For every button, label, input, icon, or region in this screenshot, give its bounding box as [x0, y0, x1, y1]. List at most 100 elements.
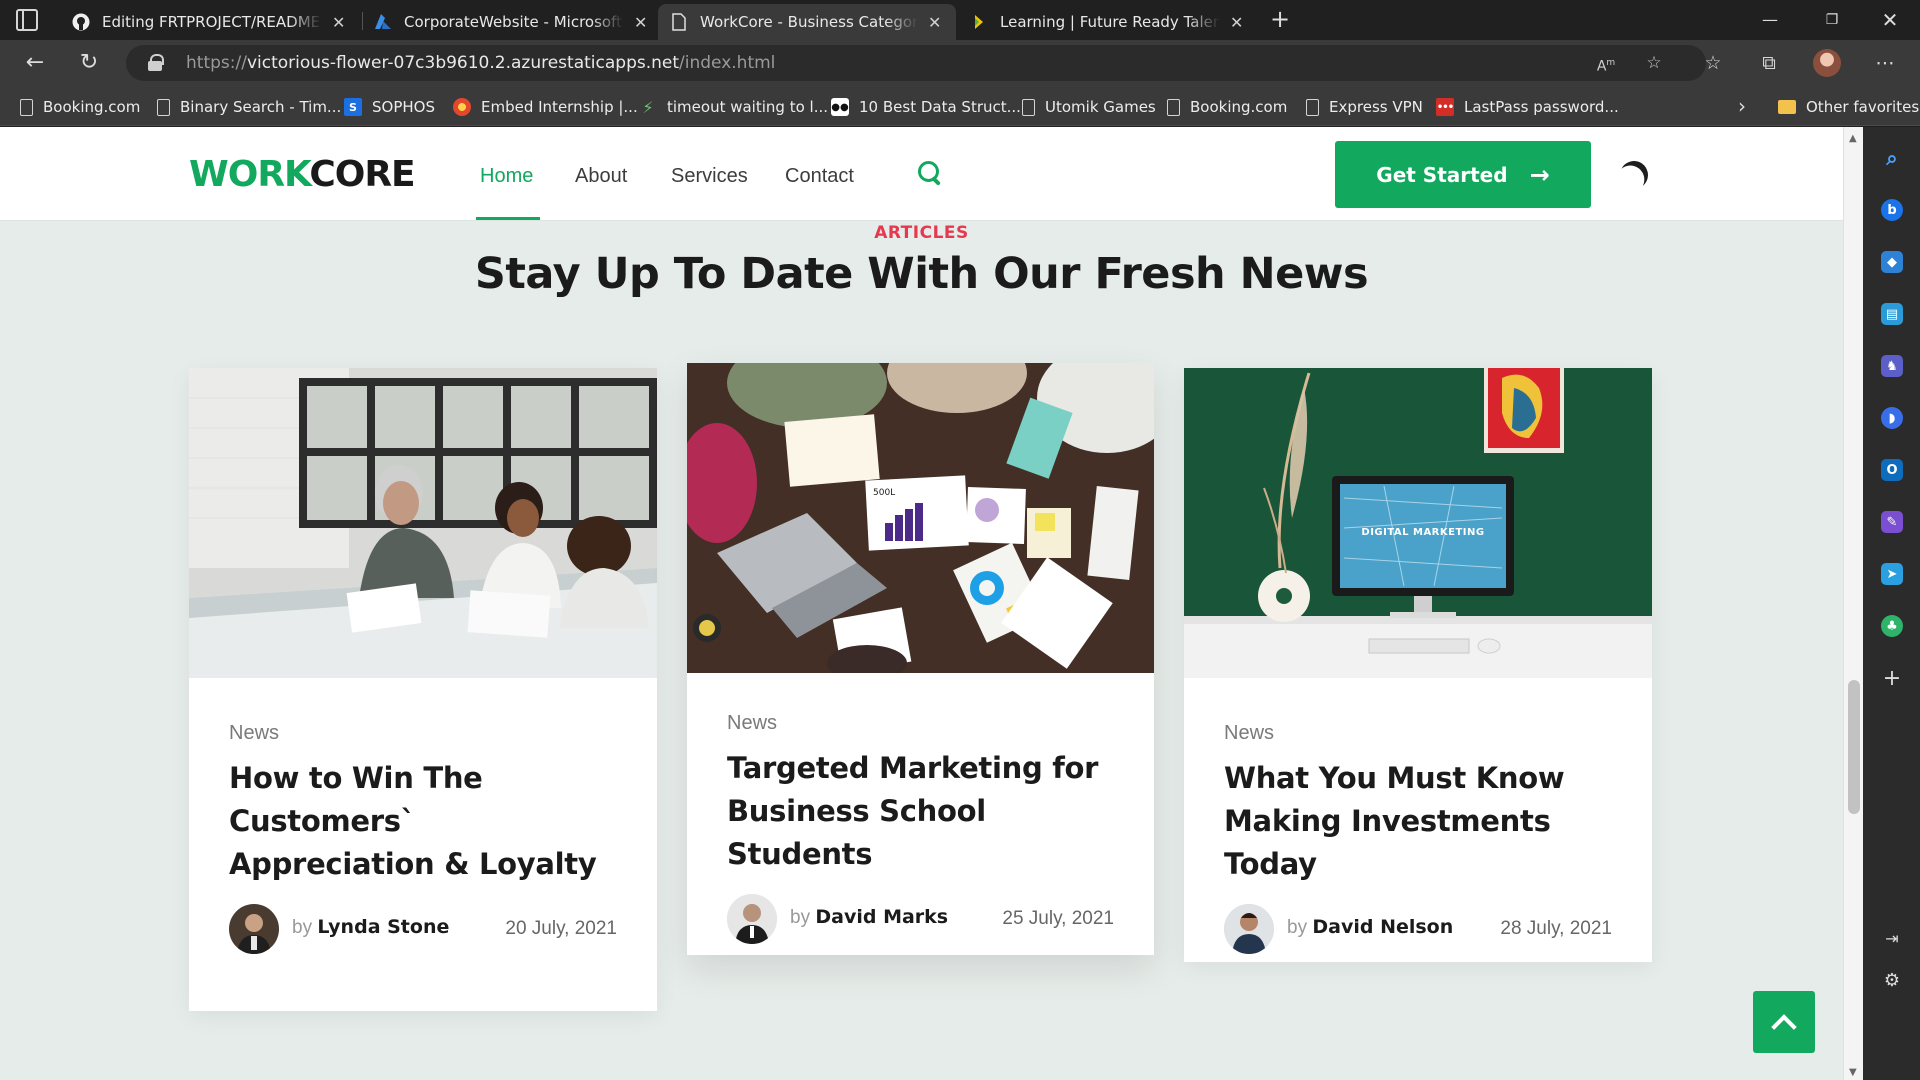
article-card[interactable]: DIGITAL MARKETING News What You Must Kno…: [1184, 368, 1652, 962]
address-bar: ← ↻ https://victorious-flower-07c3b9610.…: [0, 40, 1920, 86]
leaf-icon: ⚡: [642, 97, 654, 117]
tab-actions-icon[interactable]: [16, 9, 38, 31]
nav-contact[interactable]: Contact: [785, 165, 854, 188]
sophos-icon: S: [344, 98, 362, 116]
card-body: News Targeted Marketing for Business Sch…: [727, 712, 1114, 944]
page-scrollbar[interactable]: ▲ ▼: [1843, 127, 1863, 1080]
refresh-icon[interactable]: ↻: [74, 48, 104, 78]
page-viewport: WORKCORE Home About Services Contact Get…: [0, 127, 1843, 1080]
favorites-icon[interactable]: ☆: [1698, 48, 1728, 78]
fav-item[interactable]: Binary Search - Tim...: [157, 96, 341, 118]
fav-item[interactable]: ●● 10 Best Data Struct...: [831, 96, 1021, 118]
article-category[interactable]: News: [229, 722, 617, 745]
tree-icon[interactable]: ♣: [1881, 615, 1903, 637]
designer-icon[interactable]: ✎: [1881, 511, 1903, 533]
search-icon[interactable]: [917, 160, 943, 186]
lock-icon: [148, 54, 164, 71]
author-name[interactable]: Lynda Stone: [317, 916, 449, 938]
fav-item[interactable]: Express VPN: [1306, 96, 1423, 118]
scrollbar-thumb[interactable]: [1848, 680, 1860, 814]
site-logo[interactable]: WORKCORE: [189, 154, 416, 195]
article-image[interactable]: DIGITAL MARKETING: [1184, 368, 1652, 678]
bing-icon[interactable]: b: [1881, 199, 1903, 221]
new-tab-button[interactable]: +: [1266, 6, 1294, 34]
chevron-right-icon[interactable]: ›: [1738, 94, 1746, 118]
article-meta: by Lynda Stone 20 July, 2021: [229, 904, 617, 954]
article-image[interactable]: 500L: [687, 363, 1154, 673]
page-icon: [1022, 98, 1035, 116]
fav-item[interactable]: Booking.com: [1167, 96, 1287, 118]
shopping-tag-icon[interactable]: ◆: [1881, 251, 1903, 273]
close-icon[interactable]: ✕: [1230, 13, 1243, 32]
collections-icon[interactable]: ⧉: [1754, 48, 1784, 78]
games-icon[interactable]: ♞: [1881, 355, 1903, 377]
profile-avatar[interactable]: [1813, 49, 1841, 77]
restore-button[interactable]: ❐: [1802, 0, 1862, 40]
scroll-up-icon[interactable]: ▲: [1849, 133, 1857, 144]
dark-mode-toggle-icon[interactable]: [1616, 157, 1652, 193]
office-icon[interactable]: ◗: [1881, 407, 1903, 429]
tab-azure[interactable]: CorporateWebsite - Microsoft Azure ✕: [362, 4, 662, 40]
article-category[interactable]: News: [727, 712, 1114, 735]
favorites-bar: Booking.com Binary Search - Tim... S SOPH…: [0, 86, 1920, 126]
fav-item[interactable]: ••• LastPass password...: [1436, 96, 1619, 118]
article-byline: by Lynda Stone: [292, 916, 450, 938]
article-title[interactable]: What You Must Know Making Investments To…: [1224, 757, 1612, 886]
scroll-down-icon[interactable]: ▼: [1849, 1067, 1857, 1078]
url-field[interactable]: https://victorious-flower-07c3b9610.2.az…: [126, 45, 1706, 81]
hide-sidebar-icon[interactable]: ⇥: [1881, 927, 1903, 949]
section-title: Stay Up To Date With Our Fresh News: [474, 249, 1369, 299]
fav-item[interactable]: S SOPHOS: [344, 96, 435, 118]
more-icon[interactable]: ⋯: [1870, 48, 1900, 78]
tab-workcore[interactable]: WorkCore - Business Category Blog ✕: [658, 4, 956, 40]
back-arrow-icon[interactable]: ←: [20, 48, 50, 78]
card-body: News What You Must Know Making Investmen…: [1224, 722, 1612, 954]
tab-github[interactable]: Editing FRTPROJECT/README.md ✕: [60, 4, 360, 40]
read-aloud-icon[interactable]: Aⅿ: [1594, 51, 1618, 75]
author-name[interactable]: David Marks: [815, 906, 948, 928]
nav-about[interactable]: About: [575, 165, 627, 188]
close-icon[interactable]: ✕: [634, 13, 647, 32]
settings-gear-icon[interactable]: ⚙: [1881, 969, 1903, 991]
article-category[interactable]: News: [1224, 722, 1612, 745]
nav-services[interactable]: Services: [671, 165, 748, 188]
azure-icon: [374, 13, 392, 31]
other-favorites[interactable]: Other favorites: [1778, 96, 1919, 118]
close-icon[interactable]: ✕: [928, 13, 941, 32]
search-icon[interactable]: ⌕: [1881, 146, 1903, 170]
page-icon: [670, 13, 688, 31]
get-started-button[interactable]: Get Started →: [1335, 141, 1591, 208]
edge-sidebar: ⌕ b ◆ ▤ ♞ ◗ O ✎ ➤ ♣ + ⇥ ⚙: [1863, 127, 1920, 1080]
fav-item[interactable]: Utomik Games: [1022, 96, 1156, 118]
monitor-text: DIGITAL MARKETING: [1361, 527, 1485, 538]
avatar: [229, 904, 279, 954]
page-icon: [20, 98, 33, 116]
author-name[interactable]: David Nelson: [1312, 916, 1453, 938]
article-image[interactable]: [189, 368, 657, 678]
url-text: https://victorious-flower-07c3b9610.2.az…: [186, 53, 776, 73]
fav-item[interactable]: ⚡ timeout waiting to l...: [639, 96, 828, 118]
add-icon[interactable]: +: [1881, 666, 1903, 691]
send-icon[interactable]: ➤: [1881, 563, 1903, 585]
tab-frt[interactable]: Learning | Future Ready Talent ✕: [958, 4, 1258, 40]
article-card[interactable]: News How to Win The Customers` Appreciat…: [189, 368, 657, 1011]
article-title[interactable]: How to Win The Customers` Appreciation &…: [229, 757, 617, 886]
embed-icon: [453, 98, 471, 116]
article-card[interactable]: 500L News Targeted Marketing for Busines…: [687, 363, 1154, 955]
back-to-top-button[interactable]: [1753, 991, 1815, 1053]
fav-item[interactable]: Booking.com: [20, 96, 140, 118]
tools-icon[interactable]: ▤: [1881, 303, 1903, 325]
nav-home[interactable]: Home: [480, 165, 533, 188]
tab-title: Learning | Future Ready Talent: [1000, 13, 1220, 31]
outlook-icon[interactable]: O: [1881, 459, 1903, 481]
frt-icon: [970, 13, 988, 31]
card-body: News How to Win The Customers` Appreciat…: [229, 722, 617, 954]
minimize-button[interactable]: —: [1740, 0, 1800, 40]
fav-item[interactable]: Embed Internship |...: [453, 96, 638, 118]
article-meta: by David Nelson 28 July, 2021: [1224, 904, 1612, 954]
add-favorite-icon[interactable]: ☆: [1642, 51, 1666, 75]
article-title[interactable]: Targeted Marketing for Business School S…: [727, 747, 1114, 876]
lastpass-icon: •••: [1436, 98, 1454, 116]
close-icon[interactable]: ✕: [332, 13, 345, 32]
close-window-button[interactable]: ✕: [1860, 0, 1920, 40]
